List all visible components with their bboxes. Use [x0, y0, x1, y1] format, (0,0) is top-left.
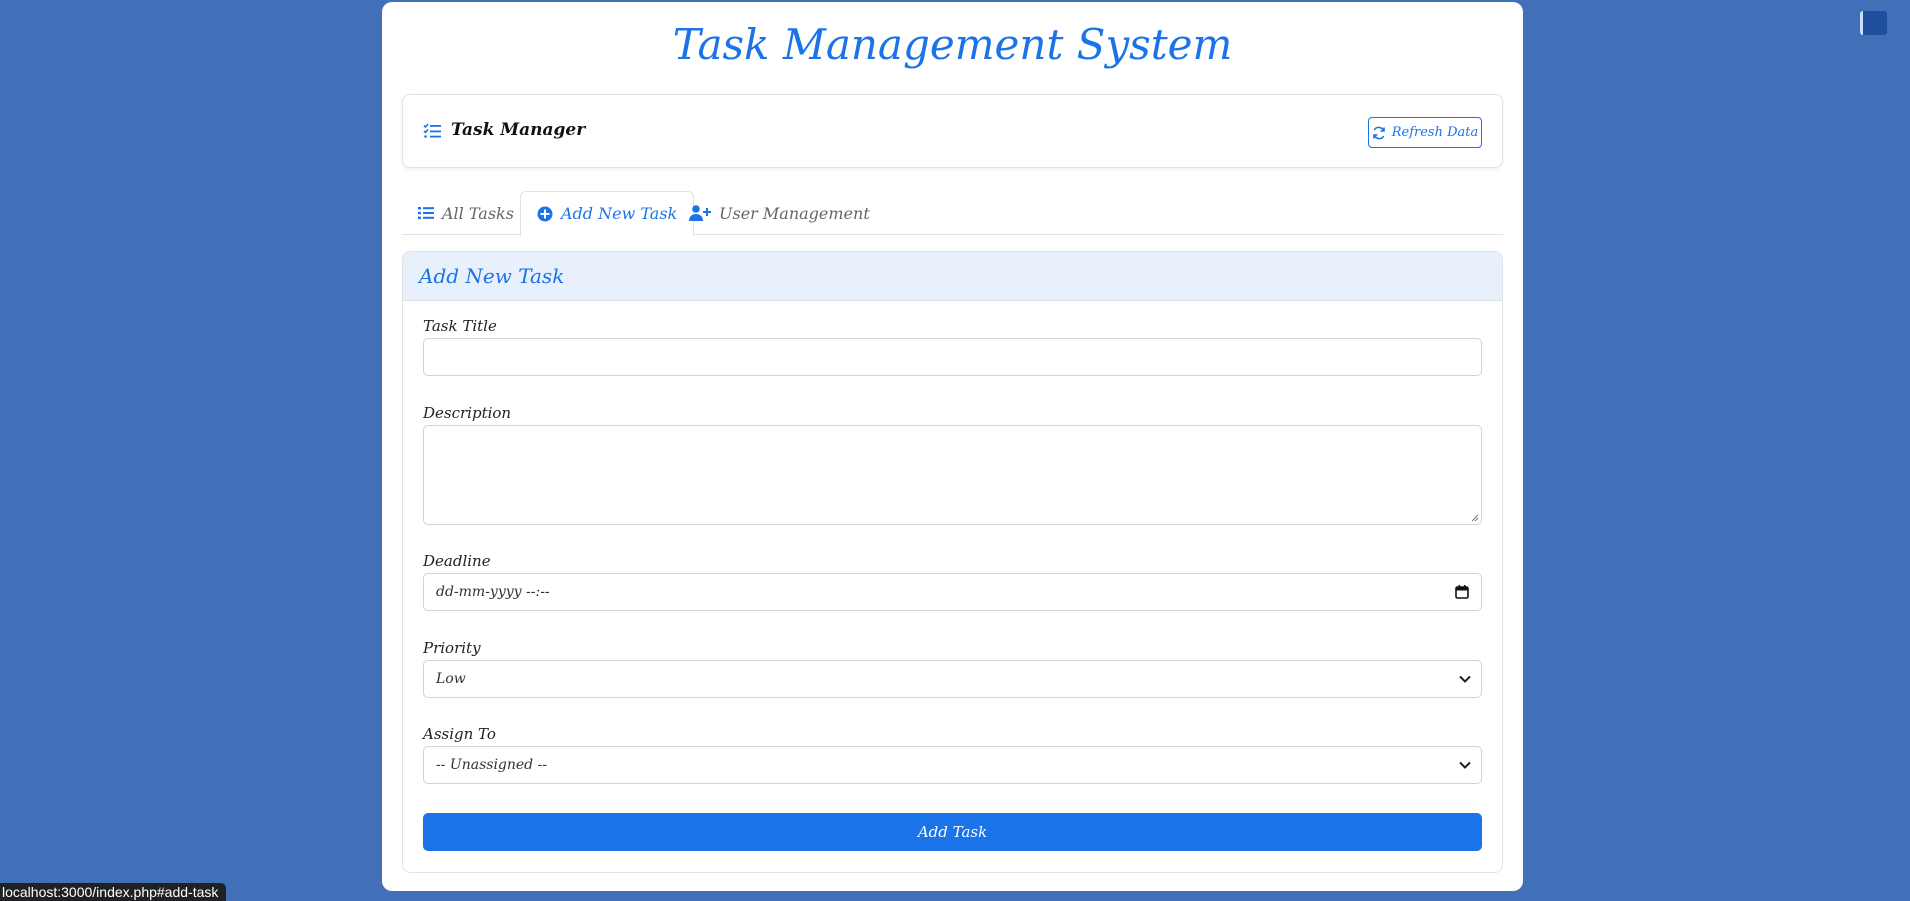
resize-grip-icon[interactable] [1470, 513, 1479, 522]
navbar: Task Manager Refresh Data [402, 94, 1503, 168]
assign-to-value: -- Unassigned -- [436, 757, 548, 773]
page-card: Task Management System Task Manager Refr… [382, 2, 1523, 891]
deadline-placeholder: dd-mm-yyyy --:-- [436, 584, 550, 600]
description-textarea[interactable] [423, 425, 1482, 525]
assign-to-select[interactable]: -- Unassigned -- [423, 746, 1482, 784]
navbar-brand[interactable]: Task Manager [451, 120, 585, 140]
sidebar-toggle-button[interactable] [1860, 11, 1887, 35]
chevron-down-icon [1459, 675, 1471, 683]
tab-label: All Tasks [442, 203, 514, 223]
page-title: Task Management System [672, 20, 1233, 69]
deadline-label: Deadline [423, 552, 491, 570]
tab-all-tasks[interactable]: All Tasks [402, 191, 530, 235]
assign-to-label: Assign To [423, 725, 496, 743]
tab-label: Add New Task [561, 204, 678, 223]
list-icon [418, 207, 434, 219]
task-list-icon [423, 123, 441, 138]
form-header: Add New Task [403, 252, 1502, 301]
deadline-input[interactable]: dd-mm-yyyy --:-- [423, 573, 1482, 611]
refresh-icon [1372, 126, 1385, 139]
description-label: Description [423, 404, 512, 422]
chevron-down-icon [1459, 761, 1471, 769]
tab-add-new-task[interactable]: Add New Task [520, 191, 695, 236]
plus-circle-icon [537, 206, 553, 221]
user-plus-icon [689, 205, 711, 221]
priority-select[interactable]: Low [423, 660, 1482, 698]
add-task-form: Add New Task Task Title Description Dead… [402, 251, 1503, 873]
tab-label: User Management [719, 203, 870, 223]
tab-user-management[interactable]: User Management [673, 191, 886, 235]
priority-label: Priority [423, 639, 481, 657]
status-bar-url: localhost:3000/index.php#add-task [0, 883, 227, 901]
task-title-input[interactable] [423, 338, 1482, 376]
calendar-icon[interactable] [1455, 585, 1469, 599]
tab-bar: All Tasks Add New Task User Management [402, 191, 1503, 236]
refresh-data-button[interactable]: Refresh Data [1368, 117, 1482, 148]
refresh-label: Refresh Data [1391, 125, 1479, 140]
add-task-button[interactable]: Add Task [423, 813, 1482, 851]
task-title-label: Task Title [423, 317, 497, 335]
priority-value: Low [436, 671, 466, 687]
